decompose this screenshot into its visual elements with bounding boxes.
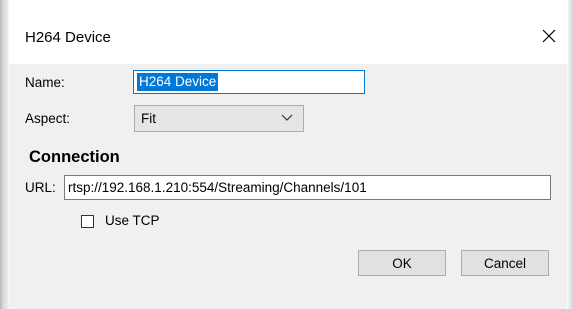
close-button[interactable]: [531, 20, 567, 52]
url-label: URL:: [25, 180, 56, 195]
aspect-select-value: Fit: [141, 111, 156, 126]
connection-heading: Connection: [29, 148, 120, 166]
dialog-body: Name: H264 Device Aspect: Fit Connection…: [9, 64, 567, 309]
name-field-value: H264 Device: [137, 73, 219, 91]
cancel-button-label: Cancel: [483, 255, 527, 271]
use-tcp-checkbox[interactable]: [81, 215, 94, 228]
use-tcp-label[interactable]: Use TCP: [105, 213, 160, 228]
background-window-edge-right: [567, 0, 574, 309]
background-window-edge: [0, 0, 9, 309]
name-field[interactable]: H264 Device: [133, 70, 365, 94]
aspect-label: Aspect:: [25, 111, 71, 126]
cancel-button[interactable]: Cancel: [461, 250, 549, 276]
close-icon: [542, 29, 556, 43]
name-label: Name:: [25, 75, 65, 90]
url-field[interactable]: rtsp://192.168.1.210:554/Streaming/Chann…: [64, 175, 551, 200]
ok-button-label: OK: [392, 255, 412, 271]
ok-button[interactable]: OK: [358, 250, 446, 276]
title-bar[interactable]: H264 Device: [9, 0, 567, 64]
h264-device-dialog: H264 Device Name: H264 Device Aspect: Fi…: [9, 0, 567, 309]
window-title: H264 Device: [25, 29, 111, 46]
chevron-down-icon: [281, 114, 293, 121]
url-field-value: rtsp://192.168.1.210:554/Streaming/Chann…: [68, 180, 367, 195]
aspect-select[interactable]: Fit: [134, 105, 304, 132]
